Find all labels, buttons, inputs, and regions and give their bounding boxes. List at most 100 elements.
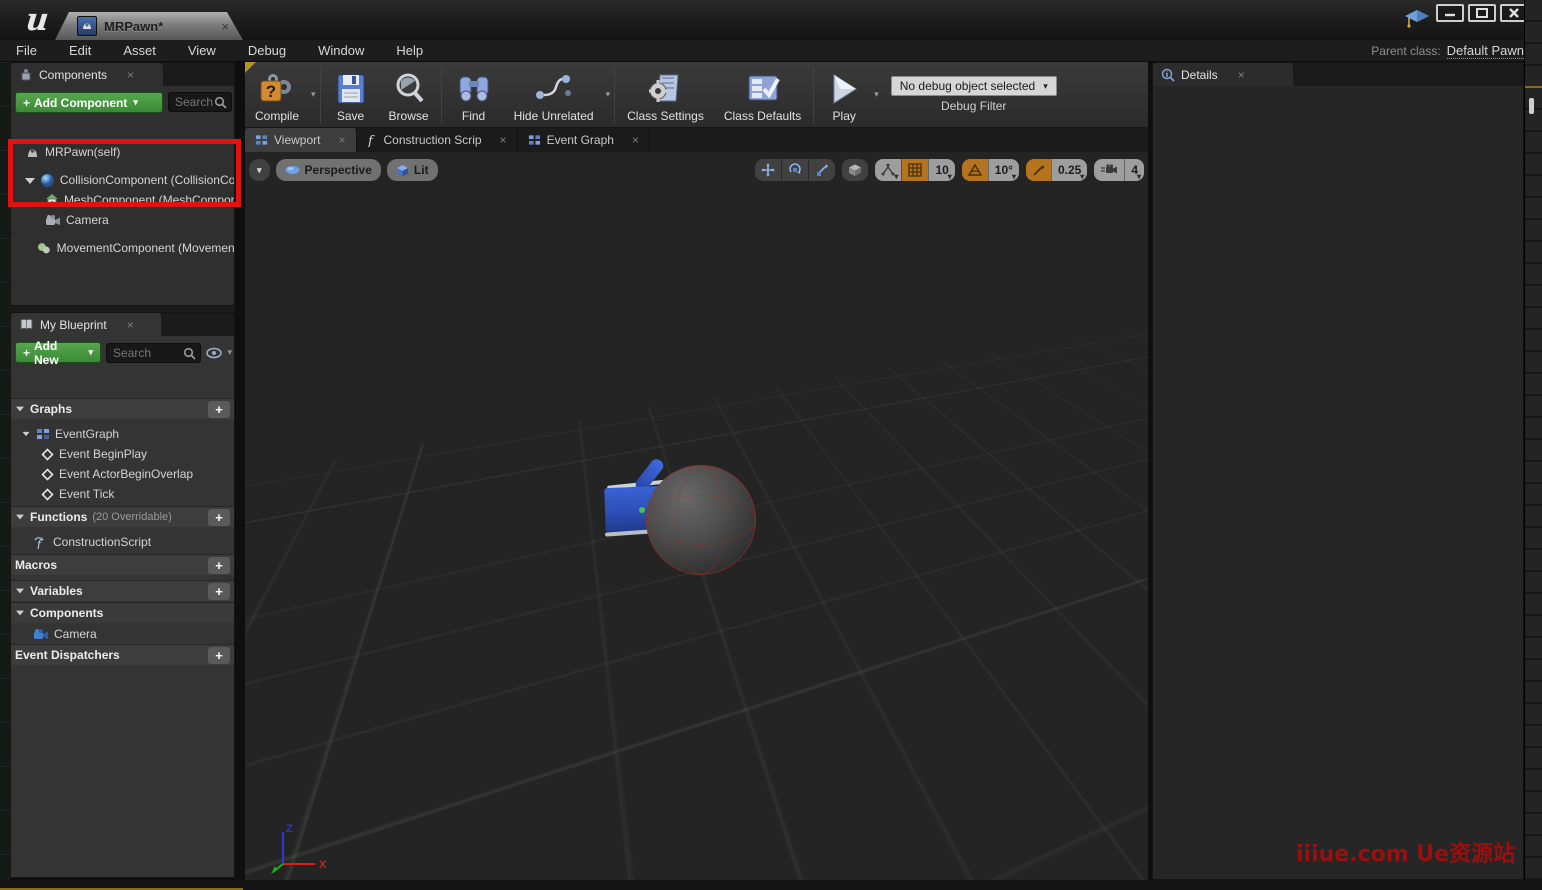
scale-snap-toggle-button[interactable] [1026, 159, 1051, 181]
visibility-caret-icon[interactable]: ▾ [227, 347, 232, 358]
add-new-button[interactable]: + Add New ▾ [15, 342, 101, 363]
tab-event-graph[interactable]: Event Graph × [518, 128, 650, 152]
menu-window[interactable]: Window [302, 43, 380, 58]
eventgraph-tab-icon [528, 134, 541, 146]
details-tab[interactable]: i Details × [1153, 63, 1293, 86]
menu-asset[interactable]: Asset [107, 43, 172, 58]
move-tool-button[interactable] [755, 159, 781, 181]
details-tab-close-icon[interactable]: × [1238, 68, 1245, 82]
play-icon [826, 71, 862, 107]
debug-filter-label: Debug Filter [941, 99, 1006, 113]
collapse-arrow-icon[interactable] [16, 515, 24, 520]
document-tab-label: MRPawn* [104, 19, 214, 34]
collapse-arrow-icon[interactable] [16, 611, 24, 616]
my-blueprint-tab[interactable]: My Blueprint × [11, 313, 161, 336]
add-graph-button[interactable]: + [208, 401, 230, 418]
minimize-button[interactable] [1436, 4, 1464, 22]
save-button[interactable]: Save [323, 62, 379, 127]
rotation-snap-value-button[interactable]: 10° ▾ [988, 159, 1019, 181]
svg-text:i: i [1166, 72, 1168, 79]
menu-debug[interactable]: Debug [232, 43, 302, 58]
my-blueprint-tab-close-icon[interactable]: × [127, 318, 134, 332]
document-tab-close-icon[interactable]: × [221, 19, 229, 34]
event-dispatchers-section-header[interactable]: Event Dispatchers + [11, 644, 234, 665]
tab-close-icon[interactable]: × [632, 133, 639, 147]
viewport-canvas[interactable]: ▾ Perspective Lit [245, 152, 1148, 880]
class-defaults-icon [744, 71, 782, 107]
toolbar-separator [614, 66, 615, 123]
grid-snap-value-button[interactable]: 10 ▾ [928, 159, 954, 181]
tree-row-camera-variable[interactable]: Camera [11, 624, 234, 644]
add-variable-button[interactable]: + [208, 583, 230, 600]
tab-close-icon[interactable]: × [338, 133, 345, 147]
menu-help[interactable]: Help [380, 43, 439, 58]
tree-row-event-actorbeginoverlap[interactable]: Event ActorBeginOverlap [11, 464, 234, 484]
surface-snap-button[interactable]: ▾ [875, 159, 901, 181]
search-icon [214, 96, 227, 109]
components-section-header[interactable]: Components [11, 602, 234, 623]
camera-speed-value-button[interactable]: 4 ▾ [1124, 159, 1144, 181]
play-button[interactable]: Play [816, 62, 872, 127]
visibility-eye-icon[interactable] [206, 347, 222, 359]
menu-edit[interactable]: Edit [53, 43, 107, 58]
class-settings-button[interactable]: Class Settings [617, 62, 714, 127]
tree-row-movement-component[interactable]: MovementComponent (Movement [11, 238, 234, 258]
collapse-arrow-icon[interactable] [16, 407, 24, 412]
play-options-caret-icon[interactable]: ▾ [874, 89, 879, 100]
perspective-button[interactable]: Perspective [276, 159, 381, 181]
compile-options-caret-icon[interactable]: ▾ [311, 89, 316, 100]
menu-file[interactable]: File [0, 43, 53, 58]
collision-sphere-mesh[interactable] [646, 465, 756, 575]
tab-construction-script[interactable]: f Construction Scrip × [357, 128, 518, 152]
collapse-arrow-icon[interactable] [16, 589, 24, 594]
rotation-snap-toggle-button[interactable] [962, 159, 988, 181]
add-event-dispatcher-button[interactable]: + [208, 647, 230, 664]
components-tab-close-icon[interactable]: × [127, 68, 134, 82]
viewport-tab-strip: Viewport × f Construction Scrip × Event … [245, 128, 1148, 152]
viewport-toolbar: ▾ Perspective Lit [249, 157, 1144, 183]
tab-close-icon[interactable]: × [500, 133, 507, 147]
debug-filter-group: No debug object selected ▾ Debug Filter [881, 62, 1067, 127]
functions-section-header[interactable]: Functions (20 Overridable) + [11, 506, 234, 527]
collapse-arrow-icon[interactable] [23, 432, 30, 436]
grid-snap-toggle-button[interactable] [901, 159, 928, 181]
tree-row-event-beginplay[interactable]: Event BeginPlay [11, 444, 234, 464]
browse-button[interactable]: Browse [379, 62, 439, 127]
menu-view[interactable]: View [172, 43, 232, 58]
variables-section-header[interactable]: Variables + [11, 580, 234, 601]
find-button[interactable]: Find [444, 62, 504, 127]
tree-row-constructionscript[interactable]: f ConstructionScript [11, 532, 234, 552]
camera-speed-button[interactable] [1094, 159, 1124, 181]
world-local-toggle-button[interactable] [842, 159, 868, 181]
rotation-snap-value: 10° [995, 163, 1013, 177]
maximize-button[interactable] [1468, 4, 1496, 22]
parent-class-value[interactable]: Default Pawn [1447, 43, 1524, 59]
blueprint-book-icon [19, 318, 34, 331]
camera-speed-icon [1100, 164, 1118, 176]
hide-unrelated-caret-icon[interactable]: ▾ [606, 89, 611, 100]
controller-led [639, 507, 645, 513]
class-defaults-button[interactable]: Class Defaults [714, 62, 811, 127]
find-icon [454, 71, 494, 107]
tab-viewport[interactable]: Viewport × [245, 128, 357, 152]
components-tab[interactable]: Components × [11, 63, 163, 86]
macros-section-header[interactable]: Macros + [11, 554, 234, 575]
add-function-button[interactable]: + [208, 509, 230, 526]
tree-row-camera[interactable]: Camera [11, 210, 234, 230]
hide-unrelated-button[interactable]: Hide Unrelated [504, 62, 604, 127]
document-tab-mrpawn[interactable]: MRPawn* × [55, 12, 243, 40]
scale-snap-value-button[interactable]: 0.25 ▾ [1051, 159, 1087, 181]
tree-row-event-tick[interactable]: Event Tick [11, 484, 234, 504]
lit-mode-button[interactable]: Lit [387, 159, 438, 181]
add-macro-button[interactable]: + [208, 557, 230, 574]
scale-tool-button[interactable] [808, 159, 835, 181]
graphs-section-header[interactable]: Graphs + [11, 398, 234, 419]
add-component-button[interactable]: + Add Component ▾ [15, 92, 163, 113]
debug-object-caret-icon: ▾ [1043, 81, 1048, 92]
viewport-options-button[interactable]: ▾ [249, 159, 270, 181]
rotate-tool-button[interactable] [781, 159, 808, 181]
tutorial-cap-icon[interactable] [1404, 8, 1430, 30]
scrollbar-thumb[interactable] [1529, 98, 1534, 114]
debug-object-select[interactable]: No debug object selected ▾ [891, 76, 1057, 96]
tree-row-eventgraph[interactable]: EventGraph [11, 424, 234, 444]
